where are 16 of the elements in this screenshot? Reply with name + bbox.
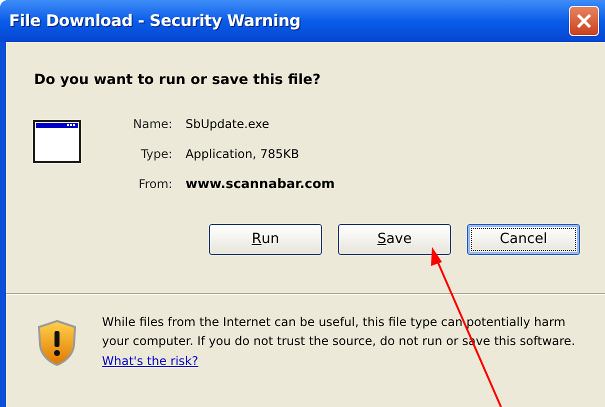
question-text: Do you want to run or save this file? (34, 72, 321, 88)
shield-warning-icon (36, 318, 78, 366)
risk-link[interactable]: What's the risk? (102, 354, 198, 368)
close-icon (575, 12, 593, 30)
dialog-button[interactable]: Run (209, 224, 322, 254)
detail-label: From: (138, 176, 172, 193)
dialog-button[interactable]: Cancel (467, 224, 580, 254)
detail-value: www.scannabar.com (185, 176, 335, 194)
detail-label: Name: (133, 116, 172, 133)
dialog-button[interactable]: Save (338, 224, 451, 254)
detail-value: SbUpdate.exe (185, 116, 270, 133)
detail-value: Application, 785KB (185, 146, 300, 163)
window-title: File Download - Security Warning (9, 10, 300, 32)
detail-label: Type: (140, 146, 172, 163)
close-button[interactable] (569, 6, 599, 36)
application-window-icon (33, 120, 81, 163)
